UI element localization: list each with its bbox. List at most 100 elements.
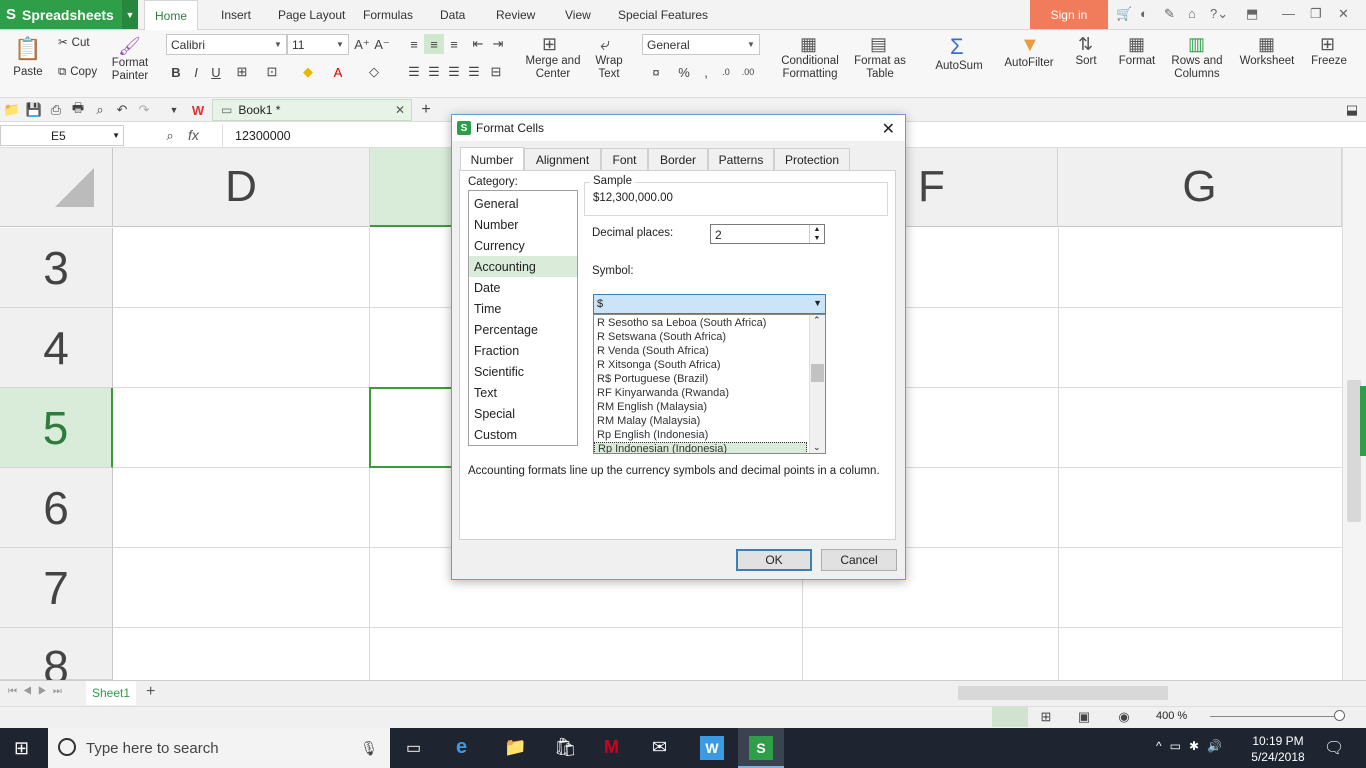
- category-currency[interactable]: Currency: [469, 235, 577, 256]
- format-as-table-button[interactable]: ▤ Format as Table: [852, 34, 908, 92]
- fill-color-icon[interactable]: ◆: [298, 62, 318, 82]
- symbol-option[interactable]: R Sesotho sa Leboa (South Africa): [594, 316, 807, 330]
- tab-font[interactable]: Font: [601, 148, 648, 170]
- category-scientific[interactable]: Scientific: [469, 361, 577, 382]
- align-bottom-icon[interactable]: ≡: [444, 34, 464, 54]
- tab-formulas[interactable]: Formulas: [353, 0, 423, 30]
- print-icon[interactable]: 🖶: [68, 100, 88, 120]
- symbol-option[interactable]: RM English (Malaysia): [594, 400, 807, 414]
- store-icon[interactable]: 🛍: [554, 737, 577, 758]
- edge-icon[interactable]: e: [456, 736, 467, 759]
- category-fraction[interactable]: Fraction: [469, 340, 577, 361]
- symbol-select[interactable]: $ ▼: [593, 294, 826, 314]
- tab-page-layout[interactable]: Page Layout: [268, 0, 355, 30]
- zoom-slider-thumb[interactable]: [1334, 710, 1345, 721]
- select-all-corner[interactable]: [0, 148, 113, 227]
- side-panel-toggle[interactable]: [1360, 386, 1366, 456]
- sort-button[interactable]: ⇅ Sort: [1068, 34, 1104, 92]
- spin-down-icon[interactable]: ▼: [809, 234, 824, 243]
- redo-icon[interactable]: ↷: [134, 100, 154, 120]
- dropdown-scroll-thumb[interactable]: [811, 364, 824, 382]
- spin-up-icon[interactable]: ▲: [809, 225, 824, 234]
- active-cell-e5[interactable]: [369, 387, 453, 468]
- tab-data[interactable]: Data: [430, 0, 475, 30]
- sheet-nav-icons[interactable]: ⏮◀▶⏭: [8, 686, 68, 697]
- formula-input[interactable]: 12300000: [222, 124, 452, 147]
- increase-font-icon[interactable]: A⁺: [352, 35, 372, 55]
- tab-special-features[interactable]: Special Features: [608, 0, 718, 30]
- increase-decimal-icon[interactable]: .0: [716, 62, 736, 82]
- font-name-select[interactable]: Calibri ▼: [166, 34, 287, 55]
- symbol-option[interactable]: Rp English (Indonesia): [594, 428, 807, 442]
- row-header-4[interactable]: 4: [0, 308, 113, 388]
- name-box[interactable]: E5 ▼: [0, 125, 124, 146]
- document-tab[interactable]: ▭ Book1 * ✕: [212, 99, 412, 121]
- freeze-button[interactable]: ⊞ Freeze: [1308, 34, 1350, 92]
- undo-icon[interactable]: ↶: [112, 100, 132, 120]
- column-header-g[interactable]: G: [1058, 148, 1342, 227]
- fx-icon[interactable]: fx: [188, 127, 199, 143]
- tab-alignment[interactable]: Alignment: [524, 148, 601, 170]
- cut-button[interactable]: ✂ Cut: [58, 37, 90, 50]
- chevron-down-icon[interactable]: ▼: [122, 0, 138, 29]
- horizontal-scroll-thumb[interactable]: [958, 686, 1168, 700]
- category-accounting[interactable]: Accounting: [469, 256, 577, 277]
- close-icon[interactable]: ✕: [882, 119, 895, 139]
- wps-writer-icon[interactable]: W: [700, 736, 724, 760]
- align-middle-icon[interactable]: ≡: [424, 34, 444, 54]
- tab-border[interactable]: Border: [648, 148, 708, 170]
- help-icon[interactable]: ?⌄: [1210, 6, 1228, 22]
- symbol-option[interactable]: R Xitsonga (South Africa): [594, 358, 807, 372]
- merge-center-button[interactable]: ⊞ Merge and Center: [522, 34, 584, 92]
- spreadsheets-taskbar-item[interactable]: S: [738, 728, 784, 768]
- autosum-button[interactable]: Σ AutoSum: [930, 34, 988, 92]
- clock[interactable]: 10:19 PM 5/24/2018: [1248, 734, 1308, 764]
- bold-icon[interactable]: B: [166, 62, 186, 82]
- page-break-icon[interactable]: ⊞: [1036, 707, 1056, 727]
- notifications-icon[interactable]: 🗨: [1324, 738, 1344, 758]
- symbol-option[interactable]: R$ Portuguese (Brazil): [594, 372, 807, 386]
- tray-icons[interactable]: ^▭✱🔊: [1156, 739, 1230, 753]
- preview-icon[interactable]: ⌕: [90, 100, 110, 120]
- page-layout-icon[interactable]: ▣: [1074, 707, 1094, 727]
- add-sheet-icon[interactable]: +: [146, 683, 155, 701]
- category-percentage[interactable]: Percentage: [469, 319, 577, 340]
- indent-decrease-icon[interactable]: ⇤: [468, 34, 488, 54]
- signin-button[interactable]: Sign in: [1030, 0, 1108, 29]
- decrease-decimal-icon[interactable]: .00: [738, 62, 758, 82]
- decrease-font-icon[interactable]: A⁻: [372, 35, 392, 55]
- category-date[interactable]: Date: [469, 277, 577, 298]
- justify-icon[interactable]: ☰: [464, 62, 484, 82]
- tab-view[interactable]: View: [555, 0, 601, 30]
- customize-icon[interactable]: ▼: [164, 100, 184, 120]
- close-tab-icon[interactable]: ✕: [395, 103, 405, 117]
- restore-ribbon-icon[interactable]: ⬒: [1246, 6, 1258, 22]
- close-icon[interactable]: ✕: [1338, 6, 1349, 22]
- sheet-tab-sheet1[interactable]: Sheet1: [86, 681, 136, 705]
- align-center-icon[interactable]: ☰: [424, 62, 444, 82]
- autofilter-button[interactable]: ▼ AutoFilter: [998, 34, 1060, 92]
- align-top-icon[interactable]: ≡: [404, 34, 424, 54]
- pdf-icon[interactable]: ⎙: [46, 100, 66, 120]
- scroll-down-icon[interactable]: ⌄: [813, 442, 821, 453]
- category-custom[interactable]: Custom: [469, 424, 577, 445]
- ok-button[interactable]: OK: [736, 549, 812, 571]
- row-header-6[interactable]: 6: [0, 468, 113, 548]
- category-number[interactable]: Number: [469, 214, 577, 235]
- open-folder-icon[interactable]: 📁: [2, 100, 22, 120]
- symbol-option[interactable]: R Setswana (South Africa): [594, 330, 807, 344]
- row-header-5[interactable]: 5: [0, 388, 113, 468]
- clear-icon[interactable]: ◇: [364, 62, 384, 82]
- scroll-up-icon[interactable]: ⌃: [813, 315, 821, 326]
- minimize-icon[interactable]: —: [1282, 6, 1295, 21]
- symbol-option-selected[interactable]: Rp Indonesian (Indonesia): [594, 442, 807, 453]
- zoom-level[interactable]: 400 %: [1156, 710, 1187, 722]
- conditional-formatting-button[interactable]: ▦ Conditional Formatting: [776, 34, 844, 92]
- column-header-f[interactable]: F: [906, 148, 1058, 227]
- category-list[interactable]: General Number Currency Accounting Date …: [468, 190, 578, 446]
- font-color-icon[interactable]: A: [328, 62, 348, 82]
- underline-icon[interactable]: U: [206, 62, 226, 82]
- italic-icon[interactable]: I: [186, 62, 206, 82]
- category-time[interactable]: Time: [469, 298, 577, 319]
- tab-review[interactable]: Review: [486, 0, 545, 30]
